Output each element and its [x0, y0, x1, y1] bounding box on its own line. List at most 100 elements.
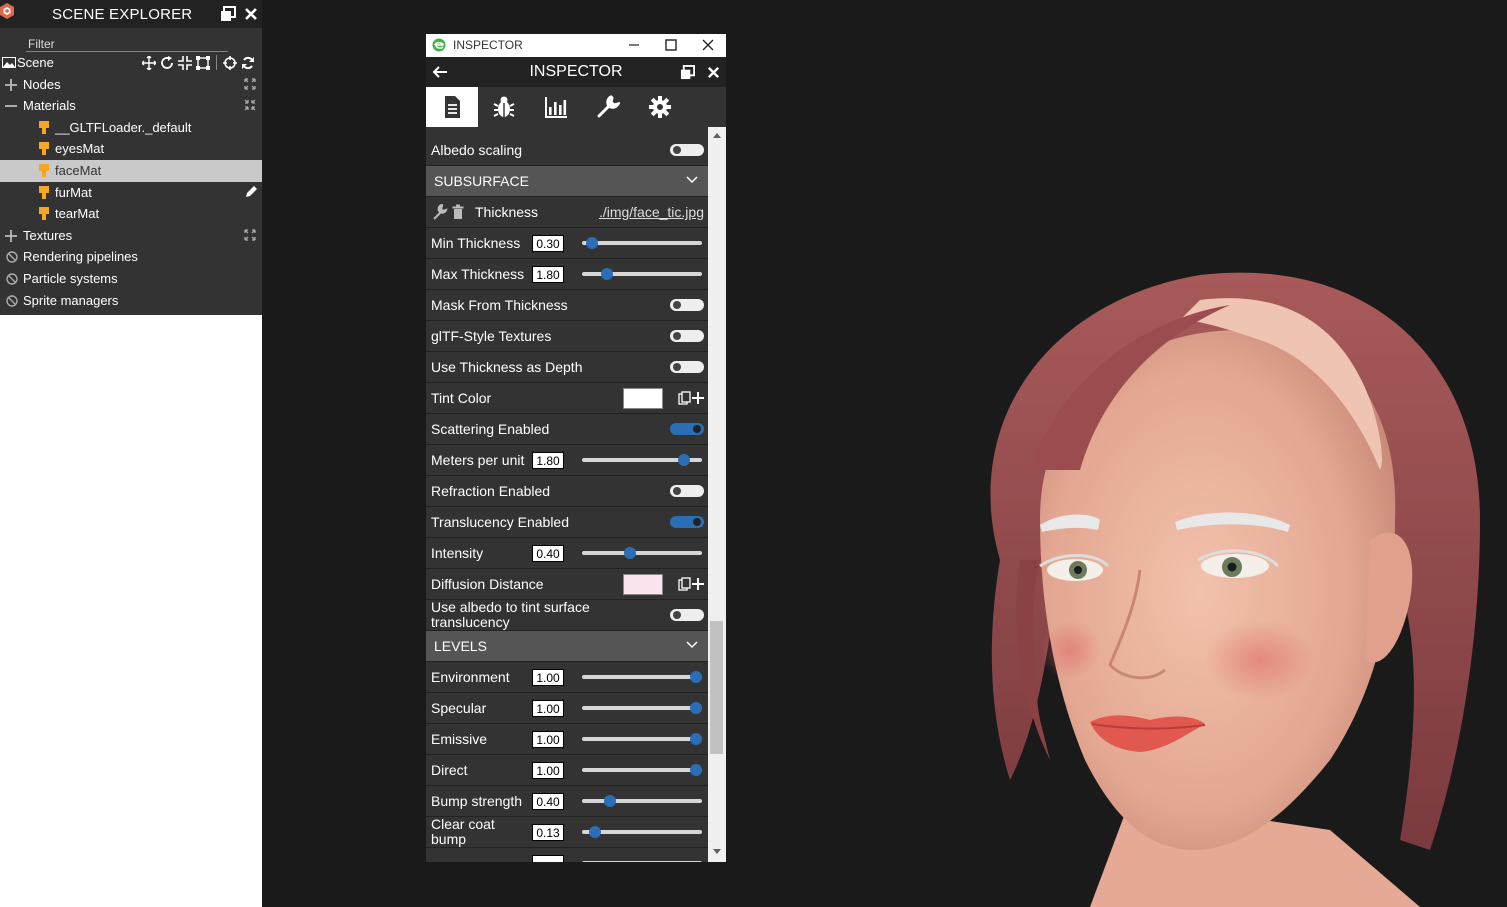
collapse-all-icon[interactable]	[244, 99, 256, 111]
expand-all-icon[interactable]	[244, 77, 256, 90]
filter-input[interactable]	[26, 36, 228, 52]
albedo-scaling-toggle[interactable]	[670, 144, 704, 156]
tree-item-material[interactable]: __GLTFLoader._default	[0, 117, 262, 139]
environment-input[interactable]: 1.00	[532, 669, 564, 686]
window-close-icon[interactable]	[700, 37, 716, 53]
meters-per-unit-slider[interactable]	[582, 454, 702, 466]
emissive-input[interactable]: 1.00	[532, 731, 564, 748]
albedo-scaling-row: Albedo scaling	[426, 135, 708, 166]
material-brush-icon	[39, 163, 49, 177]
diffusion-distance-swatch[interactable]	[623, 574, 663, 595]
thickness-texture-link[interactable]: ./img/face_tic.jpg	[599, 204, 704, 220]
tree-item-textures[interactable]: Textures	[0, 225, 262, 247]
expand-plus-icon[interactable]	[5, 78, 17, 91]
tint-color-swatch[interactable]	[623, 388, 663, 409]
picking-icon[interactable]	[223, 56, 237, 70]
popout-icon[interactable]	[220, 6, 236, 22]
inspector-header: INSPECTOR	[426, 57, 726, 87]
tab-debug[interactable]	[478, 87, 530, 127]
tree-item-nodes[interactable]: Nodes	[0, 74, 262, 96]
window-title-bar[interactable]: INSPECTOR	[426, 34, 726, 57]
mask-from-thickness-toggle[interactable]	[670, 299, 704, 311]
popout-icon[interactable]	[680, 65, 695, 80]
slider-thumb[interactable]	[690, 671, 702, 683]
tab-tools[interactable]	[582, 87, 634, 127]
use-albedo-to-tint-toggle[interactable]	[670, 609, 704, 621]
scroll-down-arrow-icon[interactable]	[713, 849, 721, 854]
specular-slider[interactable]	[582, 702, 702, 714]
minimize-icon[interactable]	[626, 37, 642, 53]
slider-thumb[interactable]	[690, 702, 702, 714]
tree-item-material-selected[interactable]: faceMat	[0, 159, 262, 182]
expand-plus-icon[interactable]	[5, 229, 17, 242]
refresh-icon[interactable]	[241, 56, 255, 70]
tab-statistics[interactable]	[530, 87, 582, 127]
partial-slider[interactable]	[582, 861, 702, 862]
slider-thumb[interactable]	[589, 826, 602, 838]
bump-strength-slider[interactable]	[582, 795, 702, 807]
translucency-enabled-toggle[interactable]	[670, 516, 704, 528]
ban-icon	[6, 273, 18, 285]
slider-thumb[interactable]	[585, 237, 598, 249]
slider-thumb[interactable]	[601, 268, 614, 280]
collapse-minus-icon[interactable]	[5, 100, 17, 112]
tree-item-material[interactable]: tearMat	[0, 203, 262, 225]
tree-item-rendering-pipelines[interactable]: Rendering pipelines	[0, 246, 262, 268]
scattering-enabled-toggle[interactable]	[670, 423, 704, 435]
specular-input[interactable]: 1.00	[532, 700, 564, 717]
clear-coat-bump-input[interactable]: 0.13	[532, 824, 564, 841]
copy-expand-icon[interactable]	[678, 577, 704, 591]
intensity-input[interactable]: 0.40	[532, 545, 564, 562]
meters-per-unit-input[interactable]: 1.80	[532, 452, 564, 469]
tree-item-sprite-managers[interactable]: Sprite managers	[0, 290, 262, 312]
partial-input[interactable]	[532, 855, 564, 862]
slider-thumb[interactable]	[678, 454, 690, 466]
tree-item-particle-systems[interactable]: Particle systems	[0, 268, 262, 290]
tab-properties[interactable]	[426, 87, 478, 127]
intensity-slider[interactable]	[582, 547, 702, 559]
tree-item-materials[interactable]: Materials	[0, 95, 262, 117]
slider-thumb[interactable]	[624, 547, 636, 559]
gltf-style-textures-row: glTF-Style Textures	[426, 321, 708, 352]
levels-section-header[interactable]: LEVELS	[426, 631, 708, 662]
slider-thumb[interactable]	[690, 764, 702, 776]
bounding-box-gizmo-icon[interactable]	[196, 56, 210, 70]
direct-input[interactable]: 1.00	[532, 762, 564, 779]
wrench-trash-icons[interactable]	[433, 204, 465, 220]
slider-thumb[interactable]	[690, 733, 702, 745]
edit-pencil-icon[interactable]	[244, 185, 258, 199]
inspector-scrollbar[interactable]	[708, 127, 726, 862]
max-thickness-input[interactable]: 1.80	[532, 266, 564, 283]
max-thickness-slider[interactable]	[582, 268, 702, 280]
tree-item-scene[interactable]: Scene	[0, 52, 262, 74]
emissive-slider[interactable]	[582, 733, 702, 745]
min-thickness-slider[interactable]	[582, 237, 702, 249]
subsurface-section-header[interactable]: SUBSURFACE	[426, 166, 708, 197]
min-thickness-input[interactable]: 0.30	[532, 235, 564, 252]
gltf-style-textures-toggle[interactable]	[670, 330, 704, 342]
tab-settings[interactable]	[634, 87, 686, 127]
copy-expand-icon[interactable]	[678, 391, 704, 405]
bump-strength-input[interactable]: 0.40	[532, 793, 564, 810]
rotate-gizmo-icon[interactable]	[160, 56, 174, 70]
tree-item-material[interactable]: furMat	[0, 182, 262, 204]
close-icon[interactable]	[243, 6, 259, 22]
tree-item-label: Textures	[23, 227, 73, 243]
maximize-icon[interactable]	[663, 37, 679, 53]
scroll-thumb[interactable]	[710, 621, 723, 754]
slider-thumb[interactable]	[603, 795, 616, 807]
tree-item-label: Sprite managers	[23, 292, 119, 308]
clear-coat-bump-slider[interactable]	[582, 826, 702, 838]
expand-all-icon[interactable]	[244, 229, 256, 241]
environment-slider[interactable]	[582, 671, 702, 683]
property-label: Thickness	[475, 204, 539, 220]
refraction-enabled-toggle[interactable]	[670, 485, 704, 497]
scale-gizmo-icon[interactable]	[178, 56, 192, 70]
use-thickness-as-depth-toggle[interactable]	[670, 361, 704, 373]
direct-slider[interactable]	[582, 764, 702, 776]
scroll-up-arrow-icon[interactable]	[713, 133, 721, 138]
partially-visible-row	[426, 848, 708, 862]
close-icon[interactable]	[706, 65, 721, 80]
move-gizmo-icon[interactable]	[142, 56, 156, 70]
tree-item-material[interactable]: eyesMat	[0, 138, 262, 160]
